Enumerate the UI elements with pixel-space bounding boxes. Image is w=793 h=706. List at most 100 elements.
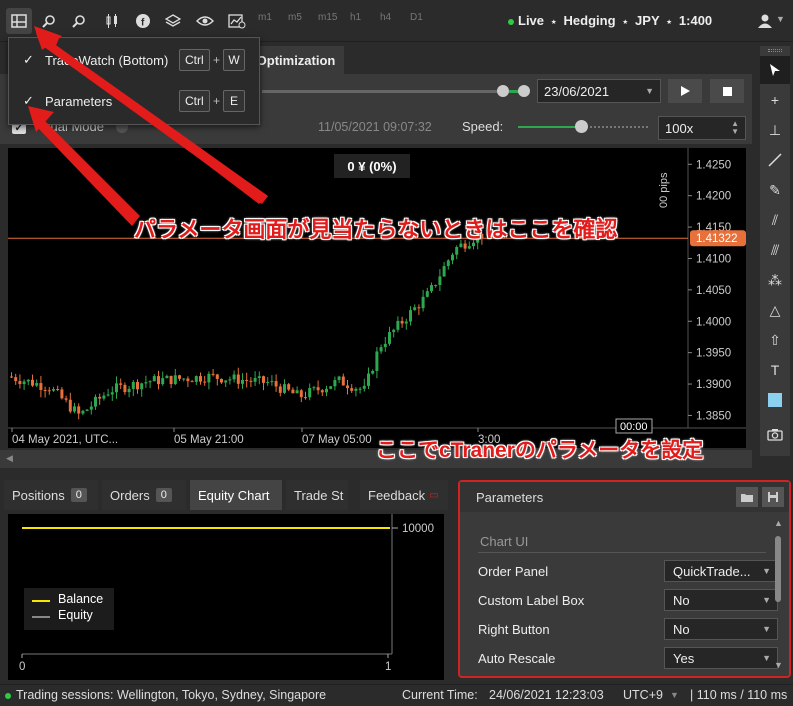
timeline-track[interactable] — [262, 90, 498, 93]
scroll-down-icon[interactable]: ▼ — [774, 660, 783, 670]
facebook-icon[interactable]: f — [130, 8, 156, 34]
scroll-up-icon[interactable]: ▲ — [774, 518, 783, 528]
annotation-text-bottom: ここでcTranerのパラメータを設定 — [376, 439, 704, 462]
time-tick-label: 07 May 05:00 — [302, 434, 372, 446]
candle-body — [446, 260, 450, 267]
param-row-right-button: Right Button No ▼ — [478, 616, 778, 642]
pitchfork-icon[interactable]: ⫽ — [760, 206, 790, 234]
chevron-down-icon: ▼ — [762, 566, 771, 576]
speed-select[interactable]: 100x ▲ ▼ — [658, 116, 746, 140]
end-date-select[interactable]: 23/06/2021 ▼ — [537, 79, 661, 103]
timeline-end-handle[interactable] — [518, 85, 530, 97]
parameters-scrollbar[interactable]: ▲ ▼ — [773, 518, 783, 672]
custom-label-box-select[interactable]: No ▼ — [664, 589, 778, 611]
candle-body — [26, 379, 30, 382]
candle-body — [224, 380, 228, 383]
tab-orders[interactable]: Orders 0 — [102, 480, 186, 510]
candlestick-chart[interactable]: 1.42501.42001.41501.41001.40501.40001.39… — [8, 148, 746, 448]
candle-body — [467, 246, 471, 249]
account-info[interactable]: Live ⋆ Hedging ⋆ JPY ⋆ 1:400 — [508, 13, 712, 28]
chart-settings-icon[interactable] — [224, 8, 250, 34]
rectangle-icon[interactable] — [760, 386, 790, 414]
price-chart[interactable]: 1.4250 1.4200 1.4150 1.4100 1.4050 1.4000 1.39… — [8, 148, 746, 448]
arrow-up-icon[interactable]: ⇧ — [760, 326, 790, 354]
trend-line-icon[interactable] — [760, 146, 790, 174]
timeline-start-handle[interactable] — [497, 85, 509, 97]
candle-body — [85, 409, 89, 411]
equity-chart[interactable]: 10000 0 1 Balance Equity — [8, 514, 444, 680]
layers-icon[interactable] — [160, 8, 186, 34]
grip-icon[interactable] — [768, 49, 782, 52]
chevron-down-icon[interactable]: ▼ — [670, 690, 679, 700]
save-icon[interactable] — [762, 487, 784, 507]
tab-positions[interactable]: Positions 0 — [4, 480, 98, 510]
channel-icon[interactable]: ⫻ — [760, 236, 790, 264]
candle-body — [39, 383, 43, 390]
cursor-icon[interactable] — [760, 56, 790, 84]
menu-item-parameters[interactable]: ✓ Parameters Ctrl + E — [9, 81, 259, 121]
parameters-panel: Parameters Chart UI Order Panel QuickTrad… — [458, 480, 791, 678]
candle-body — [371, 370, 375, 374]
cursor-time-label: 00:00 — [620, 421, 648, 433]
tab-label: Trade St — [294, 487, 344, 503]
price-tick-label: 1.4200 — [696, 191, 731, 203]
parameters-header: Parameters — [460, 482, 789, 512]
timeframe-d1[interactable]: D1 — [410, 12, 423, 23]
triangle-icon[interactable]: △ — [760, 296, 790, 324]
text-icon[interactable]: T — [760, 356, 790, 384]
section-divider — [478, 552, 766, 553]
tab-optimization[interactable]: Optimization — [248, 46, 344, 74]
candle-body — [383, 343, 387, 348]
pencil-icon[interactable]: ✎ — [760, 176, 790, 204]
feedback-button[interactable]: Feedback ▭ — [360, 480, 448, 510]
auto-rescale-select[interactable]: Yes ▼ — [664, 647, 778, 669]
layout-icon[interactable] — [6, 8, 32, 34]
user-icon[interactable] — [752, 8, 778, 34]
account-leverage: 1:400 — [678, 13, 713, 28]
fibonacci-icon[interactable]: ⁂ — [760, 266, 790, 294]
speed-slider-track[interactable] — [582, 126, 648, 128]
zoom-out-icon[interactable] — [36, 8, 62, 34]
eye-icon[interactable] — [192, 8, 218, 34]
candle-body — [98, 396, 102, 399]
camera-icon[interactable] — [760, 420, 790, 448]
time-tick-label: 04 May 2021, UTC... — [12, 434, 118, 446]
timeframe-h4[interactable]: h4 — [380, 12, 391, 23]
check-icon: ✓ — [23, 93, 34, 108]
play-button[interactable] — [668, 79, 702, 103]
timeframe-m1[interactable]: m1 — [258, 12, 272, 23]
candles-icon[interactable] — [100, 8, 126, 34]
timeframe-m15[interactable]: m15 — [318, 12, 337, 23]
candle-body — [31, 379, 34, 386]
positions-count: 0 — [70, 488, 87, 502]
crosshair-icon[interactable]: + — [760, 86, 790, 114]
speed-slider-handle[interactable] — [575, 120, 588, 133]
chevron-down-icon[interactable]: ▼ — [776, 14, 785, 24]
timezone-select[interactable]: UTC+9 — [623, 688, 663, 702]
candle-body — [131, 382, 135, 389]
zoom-in-icon[interactable] — [66, 8, 92, 34]
candle-body — [102, 395, 106, 399]
candle-body — [106, 394, 110, 396]
candle-body — [14, 377, 18, 382]
candle-body — [190, 381, 194, 383]
order-panel-select[interactable]: QuickTrade... ▼ — [664, 560, 778, 582]
layout-menu: ✓ TradeWatch (Bottom) Ctrl + W ✓ Paramet… — [8, 37, 260, 125]
right-button-select[interactable]: No ▼ — [664, 618, 778, 640]
tab-equity-chart[interactable]: Equity Chart — [190, 480, 282, 510]
param-value: Yes — [673, 650, 695, 666]
chevron-left-icon[interactable]: ◀ — [6, 453, 13, 464]
folder-open-icon[interactable] — [736, 487, 758, 507]
shortcut-key: W — [223, 49, 245, 71]
candle-body — [463, 243, 467, 249]
horizontal-line-icon[interactable]: ⊥ — [760, 116, 790, 144]
candle-body — [199, 376, 202, 382]
stop-button[interactable] — [710, 79, 744, 103]
timeframe-m5[interactable]: m5 — [288, 12, 302, 23]
candle-body — [144, 382, 148, 384]
menu-item-tradewatch[interactable]: ✓ TradeWatch (Bottom) Ctrl + W — [9, 40, 259, 80]
scroll-thumb[interactable] — [775, 536, 781, 602]
timeframe-h1[interactable]: h1 — [350, 12, 361, 23]
tab-trade-statistics[interactable]: Trade St — [286, 480, 348, 510]
candle-body — [337, 376, 341, 380]
